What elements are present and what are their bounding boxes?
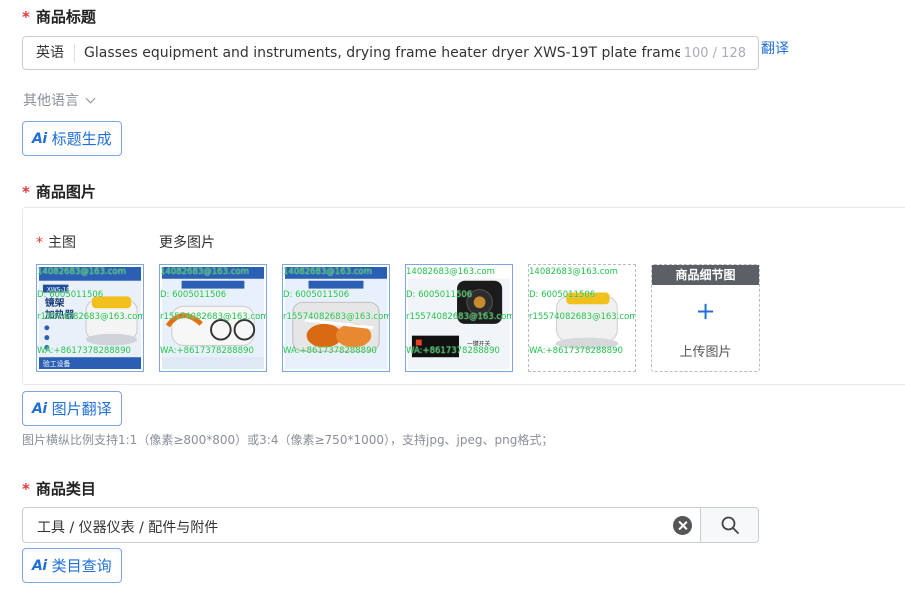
watermark-text: WA:+8617378288890 <box>160 346 254 356</box>
more-images-label: 更多图片 <box>159 235 215 251</box>
ai-image-translate-button[interactable]: Ai 图片翻译 <box>22 391 122 426</box>
title-text[interactable]: Glasses equipment and instruments, dryin… <box>75 45 680 61</box>
other-language-toggle[interactable]: 其他语言 <box>23 90 96 110</box>
watermark-text: WA:+8617378288890 <box>406 346 500 356</box>
required-mark: * <box>36 235 43 251</box>
category-value: 工具 / 仪器仪表 / 配件与附件 <box>37 520 219 536</box>
required-mark: * <box>22 8 30 26</box>
char-counter: 100 / 128 <box>683 45 746 61</box>
main-image-thumb[interactable]: XWS-19T 镜架 加热器 验工设备 14082683@163.com D: … <box>36 264 144 372</box>
ai-icon: Ai <box>32 400 47 417</box>
ai-icon: Ai <box>32 557 47 574</box>
title-section-label: * 商品标题 <box>22 6 96 27</box>
search-icon <box>721 516 739 534</box>
watermark-text: r15574082683@163.com <box>529 312 636 322</box>
upload-detail-image-slot[interactable]: 商品细节图 + 上传图片 <box>651 264 760 372</box>
more-image-thumb[interactable]: 一键开关 14082683@163.com D: 6005011506 r155… <box>405 264 513 372</box>
watermark-text: D: 6005011506 <box>406 290 473 300</box>
upload-slot-header: 商品细节图 <box>652 265 759 285</box>
image-format-hint: 图片横纵比例支持1:1（像素≥800*800）或3:4（像素≥750*1000）… <box>22 433 554 447</box>
upload-image-label: 上传图片 <box>679 345 732 360</box>
watermark-text: D: 6005011506 <box>283 290 350 300</box>
main-image-label-text: 主图 <box>48 235 76 251</box>
watermark-text: 14082683@163.com <box>406 267 495 277</box>
watermark-text: r15574082683@163.com <box>283 312 390 322</box>
watermark-text: WA:+8617378288890 <box>283 346 377 356</box>
more-image-thumb[interactable]: 14082683@163.com D: 6005011506 r15574082… <box>528 264 636 372</box>
watermark-text: WA:+8617378288890 <box>37 346 131 356</box>
watermark-text: r15574082683@163.com <box>37 312 144 322</box>
chevron-down-icon <box>85 93 96 103</box>
title-input[interactable]: 英语 Glasses equipment and instruments, dr… <box>22 36 759 70</box>
clear-icon[interactable] <box>673 516 692 535</box>
main-image-label: * 主图 <box>36 232 76 252</box>
ai-category-search-button[interactable]: Ai 类目查询 <box>22 548 122 583</box>
required-mark: * <box>22 183 30 201</box>
ai-image-translate-label: 图片翻译 <box>51 400 112 418</box>
watermark-text: r15574082683@163.com <box>406 312 513 322</box>
watermark-text: D: 6005011506 <box>37 290 104 300</box>
ai-title-generate-button[interactable]: Ai 标题生成 <box>22 121 122 156</box>
image-section-label: * 商品图片 <box>22 181 96 202</box>
watermark-text: 14082683@163.com <box>529 267 618 277</box>
title-label-text: 商品标题 <box>35 8 96 26</box>
category-label-text: 商品类目 <box>35 480 96 498</box>
category-input[interactable]: 工具 / 仪器仪表 / 配件与附件 <box>22 507 759 543</box>
required-mark: * <box>22 480 30 498</box>
ai-category-search-label: 类目查询 <box>51 557 112 575</box>
svg-text:验工设备: 验工设备 <box>43 359 71 368</box>
watermark-text: D: 6005011506 <box>160 290 227 300</box>
watermark-text: r15574082683@163.com <box>160 312 267 322</box>
translate-link[interactable]: 翻译 <box>761 38 789 58</box>
watermark-text: 14082683@163.com <box>160 267 249 277</box>
watermark-text: WA:+8617378288890 <box>529 346 623 356</box>
other-language-label: 其他语言 <box>23 93 79 109</box>
category-search-button[interactable] <box>700 508 758 542</box>
watermark-text: 14082683@163.com <box>283 267 372 277</box>
category-section-label: * 商品类目 <box>22 478 96 499</box>
watermark-text: D: 6005011506 <box>529 290 596 300</box>
language-tag: 英语 <box>23 44 75 62</box>
more-image-thumb[interactable]: 14082683@163.com D: 6005011506 r15574082… <box>159 264 267 372</box>
more-image-thumb[interactable]: 14082683@163.com D: 6005011506 r15574082… <box>282 264 390 372</box>
plus-icon: + <box>695 297 716 325</box>
ai-icon: Ai <box>32 130 47 147</box>
watermark-text: 14082683@163.com <box>37 267 126 277</box>
ai-title-generate-label: 标题生成 <box>51 130 112 148</box>
image-label-text: 商品图片 <box>35 183 96 201</box>
